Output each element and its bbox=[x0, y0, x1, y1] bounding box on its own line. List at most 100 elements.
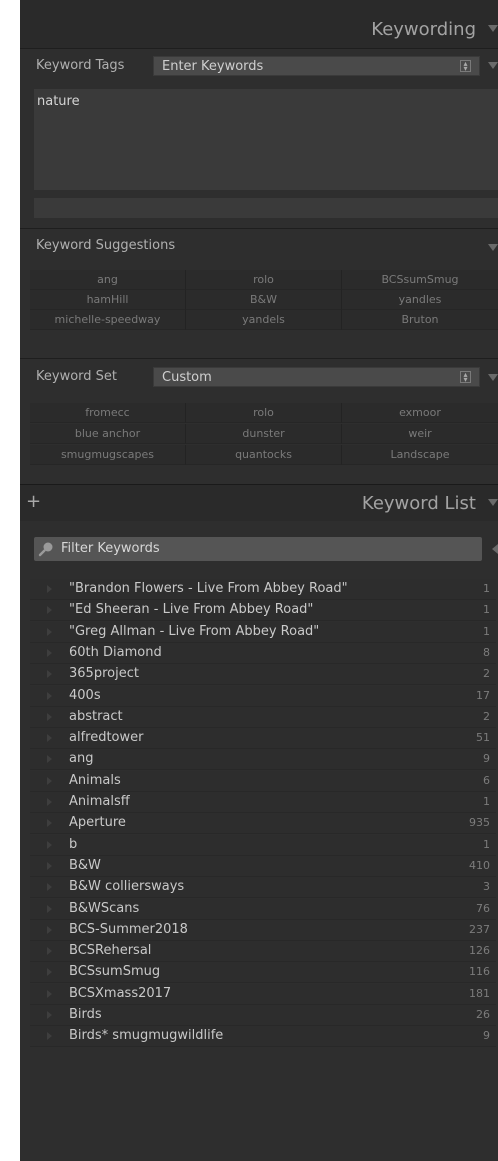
expand-arrow-icon[interactable] bbox=[47, 989, 52, 998]
keyword-count: 935 bbox=[469, 816, 490, 830]
suggestion-keyword[interactable]: BCSsumSmug bbox=[342, 270, 498, 290]
keyword-row[interactable]: "Ed Sheeran - Live From Abbey Road" 1 bbox=[30, 600, 496, 622]
suggestion-keyword[interactable]: rolo bbox=[186, 270, 342, 290]
keyword-row[interactable]: B&W 410 bbox=[30, 855, 496, 877]
keyword-row[interactable]: b1 bbox=[30, 834, 496, 856]
expand-arrow-icon[interactable] bbox=[47, 798, 52, 806]
expand-arrow-icon[interactable] bbox=[47, 1011, 52, 1019]
expand-arrow-icon[interactable] bbox=[47, 648, 52, 657]
expand-arrow-icon[interactable] bbox=[47, 861, 52, 870]
keyword-row[interactable]: Birds 26 bbox=[30, 1005, 496, 1026]
expand-arrow-icon[interactable] bbox=[47, 925, 52, 934]
keyword-count: 76 bbox=[476, 901, 490, 915]
expand-arrow-icon[interactable] bbox=[47, 755, 52, 764]
keyword-set-item[interactable]: dunster bbox=[186, 424, 342, 444]
expand-arrow-icon[interactable] bbox=[47, 883, 52, 892]
suggestion-keyword[interactable]: B&W bbox=[186, 290, 342, 310]
suggestion-keyword[interactable]: yandles bbox=[342, 290, 498, 310]
keyword-list-collapse-triangle-icon[interactable] bbox=[488, 499, 498, 506]
suggestion-keyword[interactable]: ang bbox=[30, 270, 186, 290]
expand-arrow-icon[interactable] bbox=[47, 670, 52, 679]
collapse-triangle-icon[interactable] bbox=[488, 25, 498, 32]
keywording-header[interactable]: Keywording bbox=[20, 0, 498, 48]
keyword-count: 6 bbox=[483, 773, 490, 787]
keyword-name: BCSRehersal bbox=[69, 943, 152, 959]
filter-keywords-field[interactable]: Filter Keywords bbox=[34, 537, 482, 561]
expand-arrow-icon[interactable] bbox=[47, 819, 52, 828]
keyword-tags-mode-select[interactable]: Enter Keywords ▴ ▾ bbox=[153, 56, 480, 76]
keyword-row[interactable]: Animalsff 1 bbox=[30, 792, 496, 813]
suggestions-collapse-triangle-icon[interactable] bbox=[488, 244, 498, 251]
keyword-suggestions-label: Keyword Suggestions bbox=[36, 238, 176, 253]
suggestion-keyword[interactable]: hamHill bbox=[30, 290, 186, 310]
expand-arrow-icon[interactable] bbox=[47, 776, 52, 785]
keyword-tags-textarea[interactable]: nature bbox=[34, 89, 498, 190]
expand-arrow-icon[interactable] bbox=[47, 627, 52, 636]
keyword-set-item[interactable]: rolo bbox=[186, 403, 342, 423]
keyword-row[interactable]: Birds* smugmugwildlife 9 bbox=[30, 1026, 496, 1048]
keyword-set-label: Keyword Set bbox=[36, 369, 118, 384]
keyword-row[interactable]: "Greg Allman - Live From Abbey Road" 1 bbox=[30, 621, 496, 643]
keyword-row[interactable]: BCS-Summer2018 237 bbox=[30, 919, 496, 941]
expand-arrow-icon[interactable] bbox=[47, 734, 52, 743]
keyword-name: "Greg Allman - Live From Abbey Road" bbox=[69, 623, 320, 639]
expand-arrow-icon[interactable] bbox=[47, 947, 52, 956]
keyword-tags-text: nature bbox=[37, 94, 80, 109]
keyword-name: B&W bbox=[69, 857, 101, 873]
expand-arrow-icon[interactable] bbox=[47, 712, 52, 721]
keyword-set-select[interactable]: Custom ▴ ▾ bbox=[153, 367, 480, 387]
keyword-row[interactable]: Animals 6 bbox=[30, 770, 496, 792]
keyword-row[interactable]: BCSRehersal 126 bbox=[30, 941, 496, 963]
expand-arrow-icon[interactable] bbox=[47, 585, 52, 593]
keyword-set-item[interactable]: Landscape bbox=[342, 445, 498, 465]
keyword-name: Birds bbox=[69, 1007, 102, 1022]
keyword-entry-field[interactable] bbox=[34, 198, 498, 218]
add-keyword-button[interactable]: + bbox=[26, 491, 41, 512]
keyword-set-item[interactable]: weir bbox=[342, 424, 498, 444]
keyword-count: 2 bbox=[483, 709, 490, 723]
keyword-row[interactable]: 400s 17 bbox=[30, 685, 496, 707]
suggestion-keyword[interactable]: yandels bbox=[186, 310, 342, 330]
keyword-row[interactable]: alfredtower 51 bbox=[30, 728, 496, 750]
keyword-name: B&WScans bbox=[69, 900, 140, 916]
keyword-count: 1 bbox=[483, 582, 490, 595]
keyword-count: 410 bbox=[469, 858, 490, 872]
keyword-row[interactable]: BCSsumSmug 116 bbox=[30, 962, 496, 984]
expand-arrow-icon[interactable] bbox=[47, 840, 52, 849]
suggestion-keyword[interactable]: michelle-speedway bbox=[30, 310, 186, 330]
keyword-row[interactable]: B&W colliersways 3 bbox=[30, 877, 496, 899]
keyword-set-item[interactable]: blue anchor bbox=[30, 424, 186, 444]
expand-arrow-icon[interactable] bbox=[47, 904, 52, 913]
keyword-count: 17 bbox=[476, 688, 490, 702]
keyword-name: Aperture bbox=[69, 815, 126, 831]
keyword-count: 116 bbox=[469, 965, 490, 979]
filter-clear-triangle-icon[interactable] bbox=[492, 544, 498, 554]
expand-arrow-icon[interactable] bbox=[47, 606, 52, 615]
expand-arrow-icon[interactable] bbox=[47, 691, 52, 700]
keyword-set-item[interactable]: fromecc bbox=[30, 403, 186, 423]
keyword-row[interactable]: abstract 2 bbox=[30, 706, 496, 728]
keyword-count: 9 bbox=[483, 1029, 490, 1043]
keyword-row[interactable]: "Brandon Flowers - Live From Abbey Road"… bbox=[30, 579, 496, 600]
suggestion-keyword[interactable]: Bruton bbox=[342, 310, 498, 330]
keyword-row[interactable]: 60th Diamond 8 bbox=[30, 642, 496, 664]
expand-arrow-icon[interactable] bbox=[47, 968, 52, 977]
keyword-name: "Brandon Flowers - Live From Abbey Road" bbox=[69, 581, 348, 596]
keyword-row[interactable]: 365project 2 bbox=[30, 664, 496, 686]
keyword-name: b bbox=[69, 836, 78, 852]
keyword-count: 51 bbox=[476, 731, 490, 745]
keyword-set-triangle-icon[interactable] bbox=[488, 374, 498, 381]
tags-menu-triangle-icon[interactable] bbox=[488, 62, 498, 69]
keyword-set-item[interactable]: quantocks bbox=[186, 445, 342, 465]
keyword-row[interactable]: BCSXmass2017 181 bbox=[30, 983, 496, 1005]
keyword-row[interactable]: ang 9 bbox=[30, 749, 496, 771]
expand-arrow-icon[interactable] bbox=[47, 1032, 52, 1041]
keyword-suggestions-grid: ang rolo BCSsumSmug hamHill B&W yandles … bbox=[30, 270, 498, 350]
keyword-count: 237 bbox=[469, 922, 490, 936]
keyword-row[interactable]: Aperture 935 bbox=[30, 813, 496, 835]
keyword-row[interactable]: B&WScans 76 bbox=[30, 898, 496, 920]
keyword-list-header[interactable]: + Keyword List bbox=[20, 484, 498, 521]
keyword-set-item[interactable]: smugmugscapes bbox=[30, 445, 186, 465]
keyword-set-item[interactable]: exmoor bbox=[342, 403, 498, 423]
keyword-name: "Ed Sheeran - Live From Abbey Road" bbox=[69, 602, 314, 618]
